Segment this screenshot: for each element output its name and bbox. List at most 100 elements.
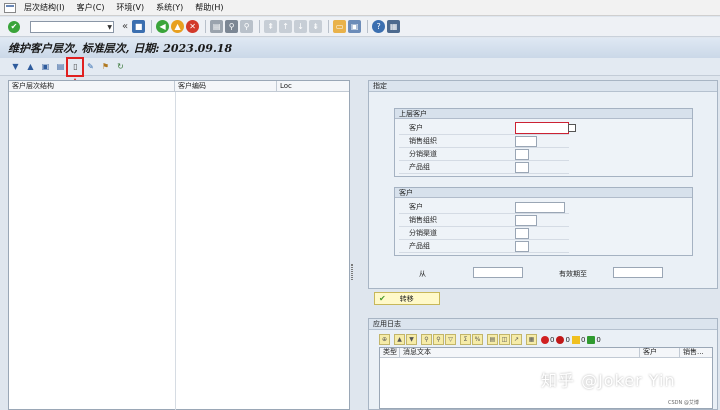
upper-distribution-channel-input[interactable]: [515, 149, 529, 160]
transfer-button[interactable]: ✔ 转移: [374, 292, 440, 305]
sales-org-input[interactable]: [515, 215, 537, 226]
menu-help[interactable]: 帮助(H): [195, 2, 223, 13]
field-label: 产品组: [409, 163, 430, 171]
valid-from-input[interactable]: [473, 267, 523, 278]
stop-count-value: 0: [565, 335, 570, 344]
field-row: 销售组织: [399, 214, 569, 227]
error-icon: [541, 335, 549, 344]
upper-sales-org-input[interactable]: [515, 136, 537, 147]
column-header-customer-code[interactable]: 客户编码: [175, 81, 277, 91]
first-page-icon[interactable]: ⇞: [264, 20, 278, 33]
shortcut-icon[interactable]: ▣: [348, 20, 362, 33]
previous-page-icon[interactable]: ↑: [279, 20, 293, 33]
toolbar-divider: [205, 20, 207, 33]
success-count-value: 0: [596, 335, 601, 344]
selection-title: 指定: [369, 81, 717, 92]
valid-to-input[interactable]: [613, 267, 663, 278]
expand-all-icon[interactable]: ▼: [10, 61, 21, 72]
title-bar: 维护客户层次, 标准层次, 日期: 2023.09.18: [0, 38, 720, 58]
stop-count[interactable]: 0: [556, 335, 570, 344]
collapse-all-icon[interactable]: ▲: [25, 61, 36, 72]
filter-icon[interactable]: ▽: [445, 334, 456, 345]
hierarchy-tree-panel[interactable]: 客户层次结构 客户编码 Loc: [8, 80, 350, 410]
warning-count[interactable]: 0: [571, 335, 586, 344]
warning-count-value: 0: [580, 335, 586, 344]
page-title: 维护客户层次, 标准层次, 日期: 2023.09.18: [8, 42, 233, 55]
menu-bar: 层次结构(I) 客户(C) 环境(V) 系统(Y) 帮助(H): [0, 0, 720, 16]
menu-environment[interactable]: 环境(V): [116, 2, 144, 13]
export-icon[interactable]: ↗: [511, 334, 522, 345]
change-icon[interactable]: ▤: [55, 61, 66, 72]
cancel-icon[interactable]: ✕: [186, 20, 200, 33]
sort-descending-icon[interactable]: ▼: [406, 334, 417, 345]
menu-system[interactable]: 系统(Y): [156, 2, 183, 13]
field-row: 产品组: [399, 240, 569, 253]
new-session-icon[interactable]: ▭: [333, 20, 347, 33]
layout-icon[interactable]: ▦: [526, 334, 537, 345]
column-header-type[interactable]: 类型: [380, 348, 400, 357]
last-page-icon[interactable]: ⇟: [309, 20, 323, 33]
customer-group-title: 客户: [395, 188, 692, 198]
toolbar-divider: [367, 20, 369, 33]
help-icon[interactable]: ?: [372, 20, 386, 33]
exit-icon[interactable]: ▲: [171, 20, 185, 33]
field-row: 分销渠道: [399, 148, 569, 161]
upper-customer-title: 上层客户: [395, 109, 692, 119]
display-icon[interactable]: ▣: [40, 61, 51, 72]
find-icon[interactable]: ⚲: [225, 20, 239, 33]
log-table-header: 类型 消息文本 客户 销售...: [380, 348, 712, 358]
field-row: 产品组: [399, 161, 569, 174]
error-count[interactable]: 0: [541, 335, 554, 344]
upper-customer-input[interactable]: [515, 122, 569, 134]
sort-ascending-icon[interactable]: ▲: [394, 334, 405, 345]
standard-toolbar: ✔ ▼ « ■ ◀ ▲ ✕ ▤ ⚲ ⚲ ⇞ ↑ ↓ ⇟ ▭ ▣ ? ▦: [0, 17, 720, 37]
subtotal-icon[interactable]: %: [472, 334, 483, 345]
layout-menu-icon[interactable]: ▦: [387, 20, 401, 33]
value-help-icon[interactable]: [568, 124, 576, 132]
edit-pencil-icon[interactable]: ✎: [85, 61, 96, 72]
column-header-message[interactable]: 消息文本: [400, 348, 640, 357]
find-next-icon[interactable]: ⚲: [433, 334, 444, 345]
print-icon[interactable]: ▤: [210, 20, 224, 33]
panel-splitter[interactable]: [351, 264, 353, 280]
find-next-icon[interactable]: ⚲: [240, 20, 254, 33]
command-field[interactable]: ▼: [30, 20, 114, 33]
print-icon[interactable]: ▤: [487, 334, 498, 345]
success-count[interactable]: 0: [587, 335, 601, 344]
view-icon[interactable]: ◫: [499, 334, 510, 345]
column-header-loc[interactable]: Loc: [277, 81, 349, 91]
menu-hierarchy[interactable]: 层次结构(I): [24, 2, 65, 13]
back-icon[interactable]: ◀: [156, 20, 170, 33]
field-label: 销售组织: [409, 216, 437, 224]
find-icon[interactable]: ⚲: [421, 334, 432, 345]
application-log-title: 应用日志: [369, 319, 717, 330]
menu-customer[interactable]: 客户(C): [77, 2, 105, 13]
column-header-customer[interactable]: 客户: [640, 348, 680, 357]
distribution-channel-input[interactable]: [515, 228, 529, 239]
column-header-sales[interactable]: 销售...: [680, 348, 712, 357]
division-input[interactable]: [515, 241, 529, 252]
toolbar-divider: [328, 20, 330, 33]
assign-icon[interactable]: ⚑: [100, 61, 111, 72]
save-icon[interactable]: ■: [132, 20, 146, 33]
collapse-icon[interactable]: «: [122, 21, 128, 32]
valid-from-label: 从: [419, 270, 426, 278]
next-page-icon[interactable]: ↓: [294, 20, 308, 33]
field-row: 销售组织: [399, 135, 569, 148]
application-toolbar: ▼ ▲ ▣ ▤ ▯ ✎ ⚑ ↻: [0, 58, 720, 76]
refresh-icon[interactable]: ↻: [115, 61, 126, 72]
column-header-hierarchy[interactable]: 客户层次结构: [9, 81, 175, 91]
detail-icon[interactable]: ⊕: [379, 334, 390, 345]
column-divider: [175, 92, 176, 410]
chevron-down-icon[interactable]: ▼: [107, 23, 112, 32]
total-icon[interactable]: Σ: [460, 334, 471, 345]
enter-check-icon[interactable]: ✔: [8, 20, 20, 33]
customer-group: 客户 客户 销售组织 分销渠道 产品组: [394, 187, 693, 256]
selection-box: 指定 上层客户 客户 销售组织 分销渠道 产品组 客户 客户 销售组织 分销渠道…: [368, 80, 718, 289]
window-menu-icon[interactable]: [4, 2, 16, 13]
log-toolbar: ⊕ ▲ ▼ ⚲ ⚲ ▽ Σ % ▤ ◫ ↗ ▦ 0 0 0 0: [379, 333, 603, 346]
customer-input[interactable]: [515, 202, 565, 213]
upper-division-input[interactable]: [515, 162, 529, 173]
toolbar-divider: [151, 20, 153, 33]
stop-icon: [556, 335, 565, 344]
